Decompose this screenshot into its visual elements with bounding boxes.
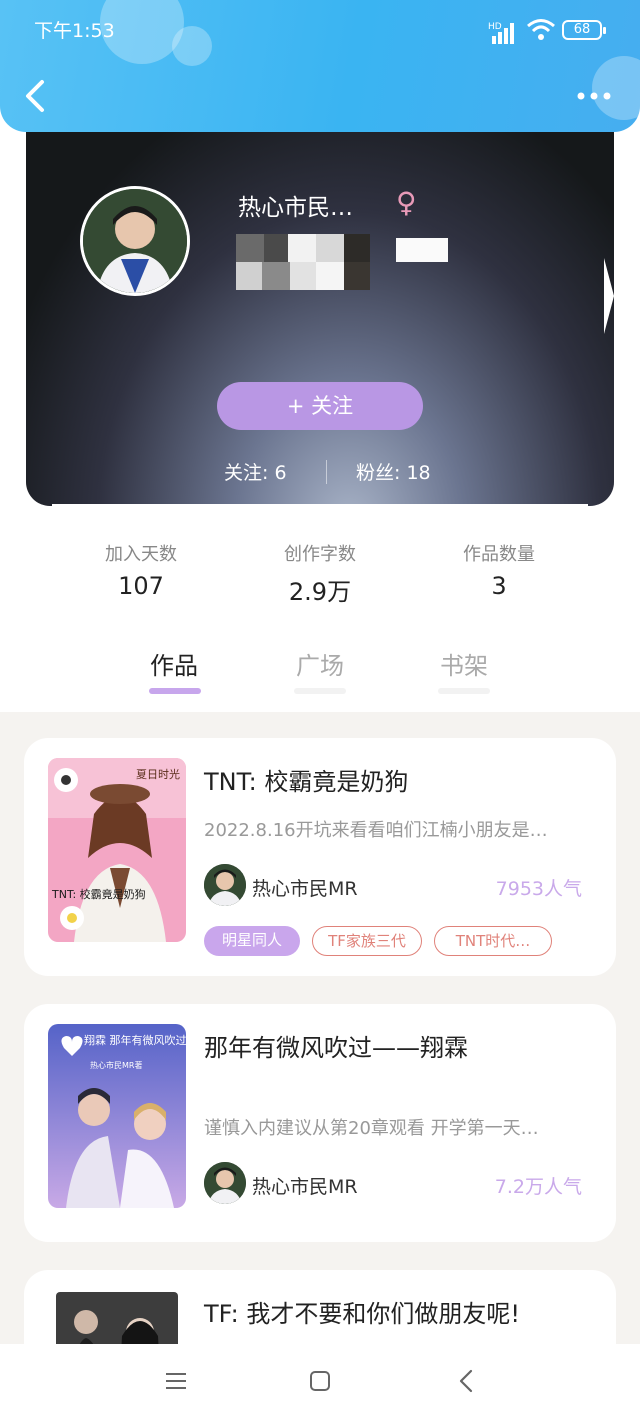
popularity: 7953人气 (495, 878, 582, 900)
battery-icon: 68 (562, 20, 606, 40)
pixelated-signature (236, 234, 456, 294)
cover-caption: 热心市民MR著 (90, 1060, 142, 1070)
stat-join-days: 加入天数 107 (66, 540, 216, 600)
wifi-icon (527, 19, 555, 40)
divider (326, 460, 327, 484)
stat-value: 3 (491, 572, 507, 600)
work-cover[interactable]: 翔霖 那年有微风吹过 热心市民MR著 (48, 1024, 186, 1208)
following-count[interactable]: 关注: 6 (224, 458, 287, 485)
back-button[interactable] (20, 78, 54, 114)
follow-stats: 关注: 6 粉丝: 18 (26, 458, 614, 488)
system-nav-bar (0, 1344, 640, 1422)
tab-indicator (438, 688, 490, 694)
author-name: 热心市民MR (252, 878, 358, 900)
popularity: 7.2万人气 (494, 1176, 582, 1198)
stat-label: 作品数量 (463, 544, 535, 565)
network-label: HD (488, 22, 502, 32)
tag[interactable]: TF家族三代 (312, 926, 422, 956)
cover-text: 夏日时光 (136, 767, 180, 781)
tab-indicator (294, 688, 346, 694)
cover-caption: TNT: 校霸竟是奶狗 (51, 887, 146, 901)
stat-word-count: 创作字数 2.9万 (245, 540, 395, 607)
work-card[interactable]: 翔霖 那年有微风吹过 热心市民MR著 那年有微风吹过——翔霖 谨慎入内建议从第2… (24, 1004, 616, 1242)
work-description: 谨慎入内建议从第20章观看 开学第一天… (204, 1118, 539, 1139)
tab-square[interactable]: 广场 (296, 646, 344, 681)
work-title[interactable]: 那年有微风吹过——翔霖 (204, 1028, 468, 1063)
female-icon: ♀ (396, 186, 417, 219)
home-icon[interactable] (310, 1371, 330, 1391)
tab-works[interactable]: 作品 (150, 646, 198, 681)
work-cover[interactable]: 夏日时光 TNT: 校霸竟是奶狗 (48, 758, 186, 942)
tag[interactable]: TNT时代… (434, 926, 552, 956)
profile-card: 热心市民… ♀ + 关注 关注: 6 粉丝: 18 (26, 122, 614, 506)
work-card[interactable]: 夏日时光 TNT: 校霸竟是奶狗 TNT: 校霸竟是奶狗 2022.8.16开坑… (24, 738, 616, 976)
tag[interactable]: 明星同人 (204, 926, 300, 956)
follow-button[interactable]: + 关注 (217, 382, 423, 430)
work-title[interactable]: TNT: 校霸竟是奶狗 (204, 762, 408, 797)
status-time: 下午1:53 (34, 20, 115, 42)
stat-label: 创作字数 (284, 544, 356, 565)
stat-label: 加入天数 (105, 544, 177, 565)
followers-count[interactable]: 粉丝: 18 (356, 458, 431, 485)
cover-text: 翔霖 那年有微风吹过 (84, 1033, 186, 1047)
tab-indicator (149, 688, 201, 694)
more-options-icon[interactable] (576, 86, 612, 106)
stat-value: 107 (118, 572, 164, 600)
stat-value: 2.9万 (288, 578, 352, 606)
author-avatar (204, 864, 246, 906)
work-title[interactable]: TF: 我才不要和你们做朋友呢! (204, 1294, 520, 1329)
menu-icon[interactable] (166, 1372, 186, 1390)
status-bar: 下午1:53 HD 68 (0, 12, 640, 48)
tab-bookshelf[interactable]: 书架 (440, 646, 488, 681)
stat-work-count: 作品数量 3 (424, 540, 574, 600)
header-bar: 下午1:53 HD 68 (0, 0, 640, 132)
side-handle[interactable] (604, 258, 614, 334)
stats-card: 加入天数 107 创作字数 2.9万 作品数量 3 (52, 504, 588, 628)
author-avatar (204, 1162, 246, 1204)
avatar[interactable] (80, 186, 190, 296)
work-description: 2022.8.16开坑来看看咱们江楠小朋友是… (204, 820, 548, 841)
nav-back-icon[interactable] (456, 1368, 476, 1394)
author-name: 热心市民MR (252, 1176, 358, 1198)
signal-icon: HD (488, 22, 514, 44)
nickname: 热心市民… (238, 195, 353, 221)
